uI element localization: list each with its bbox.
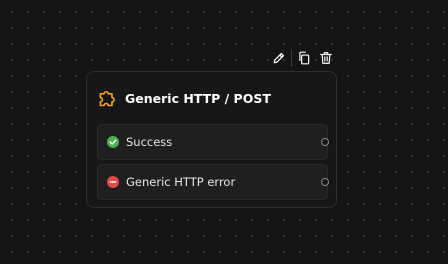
node-toolbar <box>268 48 337 68</box>
outlet-label: Success <box>126 135 173 149</box>
edit-button[interactable] <box>268 48 290 68</box>
flow-node[interactable]: Generic HTTP / POST Success Generic HTTP… <box>86 71 337 208</box>
outlet-connection-handle[interactable] <box>321 178 329 186</box>
pencil-icon <box>273 52 285 64</box>
minus-circle-icon <box>107 176 119 188</box>
check-circle-icon <box>107 136 119 148</box>
duplicate-button[interactable] <box>293 48 315 68</box>
puzzle-piece-icon <box>99 90 115 107</box>
outlet-label: Generic HTTP error <box>126 175 236 189</box>
node-header: Generic HTTP / POST <box>97 87 271 109</box>
trash-icon <box>320 52 332 64</box>
toolbar-divider <box>291 49 292 67</box>
node-title: Generic HTTP / POST <box>125 90 271 106</box>
outlet-connection-handle[interactable] <box>321 138 329 146</box>
copy-icon <box>299 51 310 65</box>
outlet-error[interactable]: Generic HTTP error <box>97 164 329 200</box>
outlet-success[interactable]: Success <box>97 124 329 160</box>
delete-button[interactable] <box>315 48 337 68</box>
